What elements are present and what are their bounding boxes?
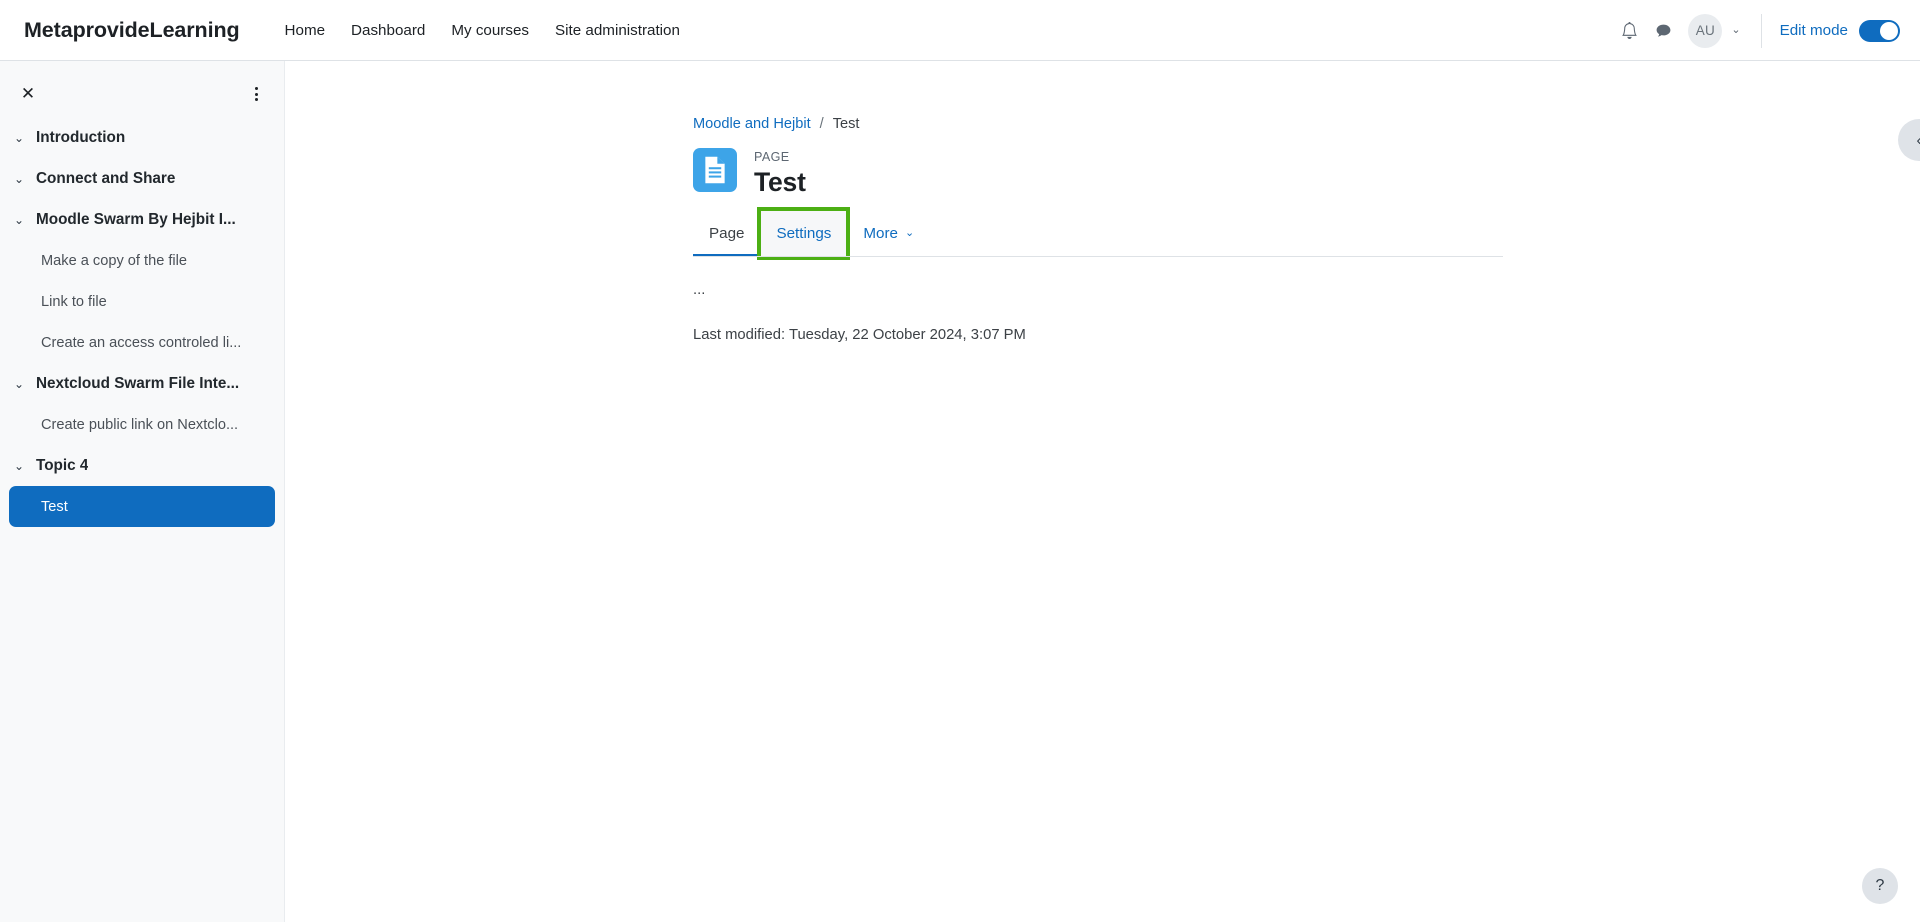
chevron-down-icon: ⌄ bbox=[14, 173, 36, 185]
chevron-down-icon: ⌄ bbox=[14, 214, 36, 226]
activity-label: Test bbox=[41, 499, 68, 515]
page-title: Test bbox=[754, 167, 806, 198]
activity-content: Moodle and Hejbit / Test PAGE Test bbox=[693, 114, 1503, 343]
collapse-block-drawer-button[interactable]: ‹ bbox=[1898, 119, 1920, 161]
avatar: AU bbox=[1688, 14, 1722, 48]
chat-bubble-icon[interactable] bbox=[1646, 14, 1680, 48]
course-index-header: ✕ bbox=[0, 73, 284, 117]
activity-label: Link to file bbox=[41, 294, 107, 310]
section-title: Nextcloud Swarm File Inte... bbox=[36, 375, 239, 393]
list-item[interactable]: Create public link on Nextclo... bbox=[9, 404, 275, 445]
course-section-topic-4[interactable]: ⌄ Topic 4 bbox=[0, 445, 284, 486]
section-title: Introduction bbox=[36, 129, 125, 147]
nav-link-site-administration[interactable]: Site administration bbox=[555, 22, 680, 39]
tab-more[interactable]: More ⌄ bbox=[847, 210, 930, 257]
activity-header: PAGE Test bbox=[693, 148, 1503, 198]
activity-type-label: PAGE bbox=[754, 150, 806, 165]
close-icon[interactable]: ✕ bbox=[12, 78, 44, 110]
edit-mode-switch[interactable]: Edit mode bbox=[1780, 20, 1900, 42]
edit-mode-toggle[interactable] bbox=[1859, 20, 1900, 42]
tabs-divider bbox=[693, 256, 1503, 257]
navbar-right-cluster: AU ⌄ Edit mode bbox=[1612, 0, 1900, 61]
course-section-nextcloud-swarm[interactable]: ⌄ Nextcloud Swarm File Inte... bbox=[0, 363, 284, 404]
course-section-connect-and-share[interactable]: ⌄ Connect and Share bbox=[0, 158, 284, 199]
chevron-down-icon: ⌄ bbox=[14, 132, 36, 144]
tab-page[interactable]: Page bbox=[693, 210, 760, 257]
help-button[interactable]: ? bbox=[1862, 868, 1898, 904]
chevron-down-icon: ⌄ bbox=[14, 378, 36, 390]
breadcrumb-current: Test bbox=[833, 116, 860, 132]
chevron-down-icon: ⌄ bbox=[905, 228, 914, 239]
activity-label: Create public link on Nextclo... bbox=[41, 417, 238, 433]
site-brand[interactable]: MetaprovideLearning bbox=[24, 18, 240, 43]
activity-label: Create an access controled li... bbox=[41, 335, 241, 351]
last-modified-text: Last modified: Tuesday, 22 October 2024,… bbox=[693, 327, 1503, 343]
chevron-down-icon: ⌄ bbox=[1731, 25, 1740, 36]
activity-label: Make a copy of the file bbox=[41, 253, 187, 269]
user-menu[interactable]: AU ⌄ bbox=[1688, 14, 1740, 48]
chevron-down-icon: ⌄ bbox=[14, 460, 36, 472]
page-body-text: ... bbox=[693, 285, 1503, 295]
breadcrumb-separator: / bbox=[820, 116, 824, 132]
list-item[interactable]: Create an access controled li... bbox=[9, 322, 275, 363]
nav-link-home[interactable]: Home bbox=[285, 22, 326, 39]
tab-label: Page bbox=[709, 225, 744, 242]
course-section-moodle-swarm[interactable]: ⌄ Moodle Swarm By Hejbit I... bbox=[0, 199, 284, 240]
section-title: Moodle Swarm By Hejbit I... bbox=[36, 211, 236, 229]
activity-heading-group: PAGE Test bbox=[754, 148, 806, 198]
page-document-icon bbox=[693, 148, 737, 192]
question-mark-icon: ? bbox=[1876, 877, 1885, 895]
bell-icon[interactable] bbox=[1612, 14, 1646, 48]
primary-navigation: Home Dashboard My courses Site administr… bbox=[285, 22, 680, 39]
list-item[interactable]: Make a copy of the file bbox=[9, 240, 275, 281]
tab-label: Settings bbox=[776, 225, 831, 242]
navbar-divider bbox=[1761, 14, 1762, 48]
course-section-introduction[interactable]: ⌄ Introduction bbox=[0, 117, 284, 158]
tab-settings[interactable]: Settings bbox=[760, 210, 847, 257]
chevron-left-icon: ‹ bbox=[1917, 132, 1920, 149]
list-item-test-selected[interactable]: Test bbox=[9, 486, 275, 527]
edit-mode-label: Edit mode bbox=[1780, 22, 1848, 39]
toggle-knob bbox=[1880, 22, 1898, 40]
breadcrumb-parent[interactable]: Moodle and Hejbit bbox=[693, 116, 811, 132]
top-navbar: MetaprovideLearning Home Dashboard My co… bbox=[0, 0, 1920, 61]
nav-link-dashboard[interactable]: Dashboard bbox=[351, 22, 425, 39]
three-dots-vertical-icon[interactable] bbox=[240, 78, 272, 110]
course-index-drawer: ✕ ⌄ Introduction ⌄ Connect and Share ⌄ M… bbox=[0, 61, 285, 922]
breadcrumb: Moodle and Hejbit / Test bbox=[693, 114, 1503, 134]
nav-link-my-courses[interactable]: My courses bbox=[451, 22, 529, 39]
tab-label: More bbox=[863, 225, 898, 242]
course-index-list: ⌄ Introduction ⌄ Connect and Share ⌄ Moo… bbox=[0, 117, 284, 527]
section-title: Topic 4 bbox=[36, 457, 88, 475]
activity-tabs: Page Settings More ⌄ bbox=[693, 210, 1503, 257]
main-region: ‹ Moodle and Hejbit / Test PAGE Test bbox=[285, 61, 1920, 922]
list-item[interactable]: Link to file bbox=[9, 281, 275, 322]
section-title: Connect and Share bbox=[36, 170, 175, 188]
